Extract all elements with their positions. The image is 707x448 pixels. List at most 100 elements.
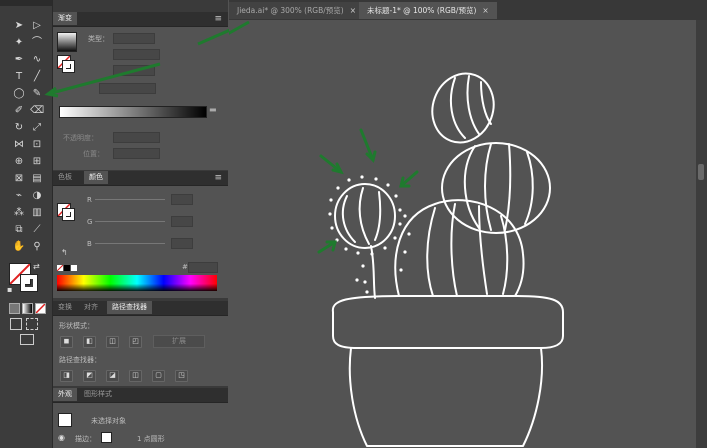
none-mode-button[interactable]: [35, 303, 46, 314]
intersect-button[interactable]: ◫: [106, 336, 119, 348]
hex-field[interactable]: [188, 262, 218, 273]
gradient-angle-field[interactable]: [113, 65, 155, 76]
stroke-swatch[interactable]: [20, 274, 38, 292]
unite-button[interactable]: ◼: [60, 336, 73, 348]
gradient-type-select[interactable]: [113, 33, 155, 44]
color-panel-menu-icon[interactable]: ≡: [214, 173, 222, 183]
pathfinder-panel: 形状模式： ◼ ◧ ◫ ◰ 扩展 路径查找器： ◨ ◩ ◪ ◫ ▢ ◳: [53, 316, 228, 386]
close-icon[interactable]: ×: [482, 6, 488, 15]
rotate-tool-icon[interactable]: ↻: [12, 122, 26, 134]
black-color-button[interactable]: [64, 265, 70, 271]
eraser-tool-icon[interactable]: ⌫: [30, 105, 44, 117]
gradient-opacity-field[interactable]: [113, 132, 160, 143]
screen-mode-icon[interactable]: [20, 334, 34, 345]
channel-r-slider[interactable]: [95, 199, 165, 200]
gradient-delete-icon[interactable]: ▬: [209, 105, 217, 114]
shape-builder-icon[interactable]: ⊕: [12, 156, 26, 168]
white-color-button[interactable]: [71, 265, 77, 271]
divide-button[interactable]: ◨: [60, 370, 73, 382]
gradient-stroke-icon[interactable]: [62, 60, 75, 73]
channel-g-label: G: [87, 218, 93, 226]
channel-g-field[interactable]: [171, 216, 193, 227]
crop-button[interactable]: ◫: [129, 370, 142, 382]
toolbar-grip[interactable]: [0, 0, 52, 6]
artboard-tool-icon[interactable]: ⧉: [12, 224, 26, 236]
appearance-stroke-swatch[interactable]: [101, 432, 112, 443]
appearance-stroke-value: 1 点圆形: [137, 435, 165, 443]
top-annotation-arrow: [229, 20, 250, 35]
channel-g-slider[interactable]: [95, 221, 165, 222]
mesh-tool-icon[interactable]: ⊠: [12, 173, 26, 185]
shaper-tool-icon[interactable]: ✐: [12, 105, 26, 117]
perspective-grid-icon[interactable]: ⊞: [30, 156, 44, 168]
tab-swatches[interactable]: 色板: [53, 171, 77, 184]
tab-graphic-styles[interactable]: 图形样式: [79, 388, 117, 401]
channel-b-field[interactable]: [171, 238, 193, 249]
artboard-canvas[interactable]: [229, 20, 696, 448]
line-tool-icon[interactable]: ╱: [30, 71, 44, 83]
color-stroke-swatch[interactable]: [62, 208, 75, 221]
panel-menu-icon[interactable]: ≡: [214, 14, 222, 24]
ellipse-tool-icon[interactable]: ◯: [12, 88, 26, 100]
width-tool-icon[interactable]: ⋈: [12, 139, 26, 151]
channel-r-label: R: [87, 196, 92, 204]
color-spectrum[interactable]: [57, 275, 217, 291]
hand-tool-icon[interactable]: ✋: [12, 241, 26, 253]
tab-transform[interactable]: 变换: [53, 301, 77, 314]
gradient-stroke-select[interactable]: [113, 49, 160, 60]
scroll-thumb[interactable]: [698, 164, 704, 180]
curvature-tool-icon[interactable]: ∿: [30, 54, 44, 66]
paintbrush-tool-icon[interactable]: ✎: [30, 88, 44, 100]
expand-button[interactable]: 扩展: [153, 335, 205, 348]
magic-wand-icon[interactable]: ✦: [12, 37, 26, 49]
symbol-sprayer-icon[interactable]: ⁂: [12, 207, 26, 219]
outline-button[interactable]: ▢: [152, 370, 165, 382]
column-graph-icon[interactable]: ▥: [30, 207, 44, 219]
doc-tab-jieda[interactable]: Jieda.ai* @ 300% (RGB/预览) ×: [229, 2, 365, 19]
default-colors-icon[interactable]: ▪: [7, 285, 12, 294]
trim-button[interactable]: ◩: [83, 370, 96, 382]
tab-pathfinder[interactable]: 路径查找器: [107, 301, 152, 314]
visibility-eye-icon[interactable]: ◉: [58, 433, 65, 442]
pen-tool-icon[interactable]: ✒: [12, 54, 26, 66]
gradient-thumbnail[interactable]: [57, 32, 77, 52]
close-icon[interactable]: ×: [350, 6, 356, 15]
gradient-location-label: 位置：: [83, 150, 104, 158]
hex-prefix: #: [182, 263, 188, 271]
color-mode-button[interactable]: [9, 303, 20, 314]
gradient-tool-icon[interactable]: ▤: [30, 173, 44, 185]
panels-dock: 渐变 ≡ 类型： ▬ 不透明度： 位置： 色板 颜色 ≡ R G B ↰ # 变…: [53, 0, 228, 448]
lasso-icon[interactable]: ⌒: [30, 37, 44, 49]
direct-selection-tool-icon[interactable]: ▷: [30, 20, 44, 32]
gradient-location-field[interactable]: [113, 148, 160, 159]
type-tool-icon[interactable]: T: [12, 71, 26, 83]
merge-button[interactable]: ◪: [106, 370, 119, 382]
draw-mode-icon[interactable]: [10, 318, 22, 330]
draw-inside-icon[interactable]: [26, 318, 38, 330]
vertical-scrollbar[interactable]: [696, 20, 707, 448]
scale-tool-icon[interactable]: ⤢: [30, 122, 44, 134]
free-transform-icon[interactable]: ⊡: [30, 139, 44, 151]
tab-align[interactable]: 对齐: [79, 301, 103, 314]
swap-fill-stroke-icon[interactable]: ⇄: [33, 262, 40, 271]
minus-back-button[interactable]: ◳: [175, 370, 188, 382]
doc-tab-untitled[interactable]: 未标题-1* @ 100% (RGB/预览) ×: [359, 2, 497, 19]
selection-tool-icon[interactable]: ➤: [12, 20, 26, 32]
exclude-button[interactable]: ◰: [129, 336, 142, 348]
gradient-aspect-field[interactable]: [99, 83, 156, 94]
out-of-gamut-icon[interactable]: ↰: [61, 248, 68, 257]
tab-color[interactable]: 颜色: [84, 171, 108, 184]
blend-tool-icon[interactable]: ◑: [30, 190, 44, 202]
eyedropper-tool-icon[interactable]: ⌁: [12, 190, 26, 202]
channel-b-slider[interactable]: [95, 243, 165, 244]
gradient-ramp[interactable]: [59, 106, 207, 118]
zoom-tool-icon[interactable]: ⚲: [30, 241, 44, 253]
gradient-mode-button[interactable]: [22, 303, 33, 314]
tab-gradient[interactable]: 渐变: [53, 12, 77, 25]
tab-appearance[interactable]: 外观: [53, 388, 77, 401]
channel-r-field[interactable]: [171, 194, 193, 205]
document-tab-bar: Jieda.ai* @ 300% (RGB/预览) × 未标题-1* @ 100%…: [229, 0, 707, 21]
slice-tool-icon[interactable]: ⟋: [30, 224, 44, 236]
minus-front-button[interactable]: ◧: [83, 336, 96, 348]
none-color-button[interactable]: [57, 265, 63, 271]
